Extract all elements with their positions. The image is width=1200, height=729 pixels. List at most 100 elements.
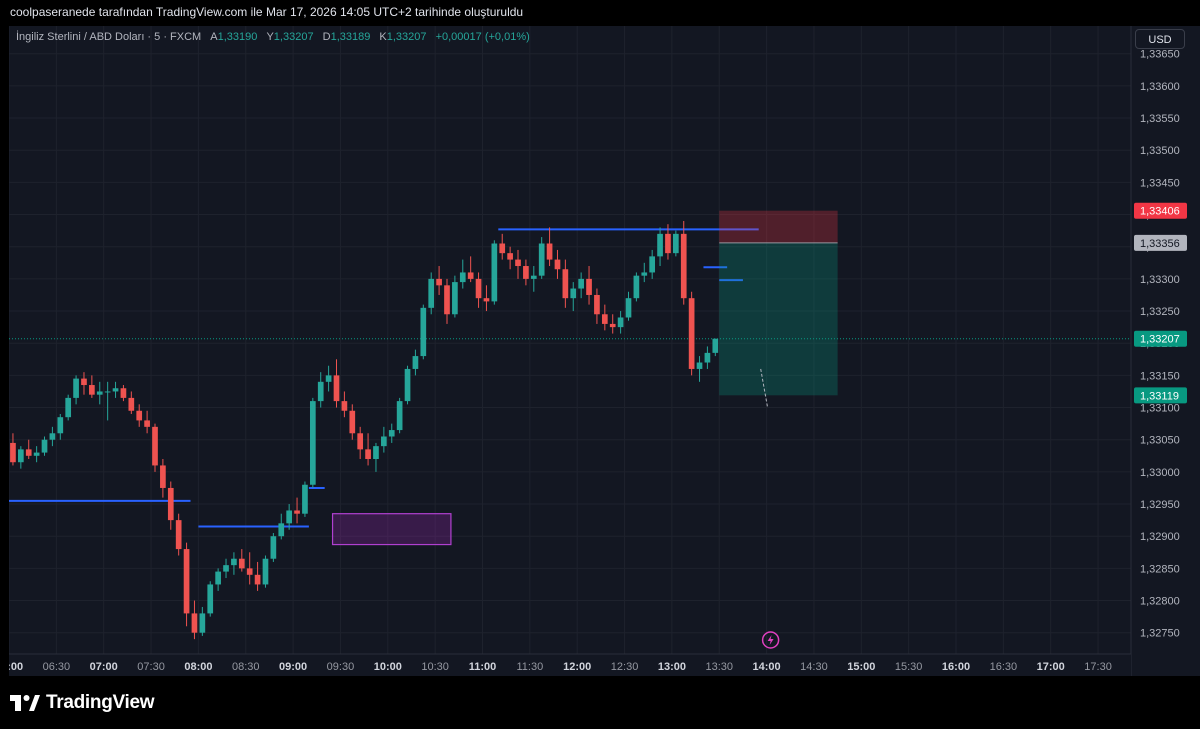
low-value: 1,33189 — [330, 31, 371, 43]
candle — [459, 259, 466, 289]
candle-body — [136, 410, 143, 421]
x-tick-label: 06:00 — [9, 661, 23, 673]
candle-body — [246, 568, 253, 575]
symbol-legend[interactable]: İngiliz Sterlini / ABD Doları · 5 · FXCM… — [16, 31, 530, 43]
candle — [538, 237, 545, 279]
candle — [452, 275, 458, 318]
candle-body — [49, 433, 56, 440]
candle-body — [231, 558, 237, 566]
supply-demand-zone — [331, 513, 452, 546]
candle-body — [294, 510, 300, 514]
close-value: 1,33207 — [386, 31, 427, 43]
candle-body — [696, 362, 703, 369]
candle — [357, 426, 364, 460]
candle-body — [17, 449, 24, 463]
chart-caption: coolpaseranede tarafından TradingView.co… — [10, 5, 524, 19]
x-tick-label: 10:30 — [421, 661, 449, 673]
candle-body — [112, 388, 119, 392]
candle — [325, 365, 332, 392]
x-tick-label: 12:00 — [563, 661, 591, 673]
candle — [436, 266, 442, 295]
candle-body — [594, 294, 600, 315]
currency-button[interactable]: USD — [1135, 29, 1185, 49]
candle-body — [388, 430, 395, 437]
candle — [586, 266, 592, 305]
x-tick-label: 15:00 — [847, 661, 875, 673]
candle-body — [96, 391, 103, 395]
y-tick-label: 1,33450 — [1140, 177, 1180, 189]
y-tick-label: 1,32950 — [1140, 499, 1180, 511]
candle — [57, 413, 64, 440]
x-tick-label: 09:00 — [279, 661, 307, 673]
candle-body — [554, 259, 561, 270]
candle-body — [270, 536, 277, 559]
candle-body — [712, 338, 719, 353]
candle-body — [183, 549, 190, 614]
candle-body — [167, 487, 174, 521]
candle-body — [657, 233, 663, 257]
candle-body — [499, 243, 506, 254]
grid — [9, 26, 1131, 654]
candle-body — [207, 584, 214, 614]
candle-body — [278, 523, 285, 537]
candle — [175, 513, 182, 556]
candle — [475, 272, 482, 308]
candle — [349, 404, 356, 440]
candle — [523, 259, 529, 286]
candle — [483, 285, 490, 312]
candle-body — [665, 233, 671, 254]
symbol-name[interactable]: İngiliz Sterlini / ABD Doları · 5 · FXCM — [16, 31, 201, 43]
candle-body — [578, 278, 584, 289]
y-tick-label: 1,33650 — [1140, 49, 1180, 61]
change-value: +0,00017 (+0,01%) — [435, 31, 530, 43]
candle-body — [120, 388, 127, 398]
tradingview-logo-icon — [10, 695, 40, 711]
candle — [657, 227, 663, 267]
lightning-bolt — [767, 635, 774, 645]
y-tick-label: 1,33300 — [1140, 274, 1180, 286]
candle-body — [523, 266, 529, 279]
candle-body — [625, 298, 632, 318]
candle-body — [633, 275, 640, 299]
candle-body — [104, 391, 111, 393]
candle — [444, 278, 450, 324]
candle-body — [333, 375, 340, 402]
candle — [515, 249, 521, 279]
candle — [530, 266, 537, 292]
candle-body — [302, 484, 308, 514]
candle-body — [81, 378, 87, 386]
candlestick-chart[interactable]: 1,33650 1,33600 1,33550 1,33500 1,33450 1,334… — [9, 26, 1200, 676]
candle-body — [10, 442, 16, 463]
candle — [594, 288, 600, 324]
candle — [373, 442, 379, 472]
candle — [120, 385, 127, 402]
x-tick-label: 09:30 — [327, 661, 355, 673]
candle-body — [412, 356, 419, 369]
x-tick-label: 16:00 — [942, 661, 970, 673]
candle — [649, 249, 656, 279]
candle — [341, 391, 348, 418]
candle-body — [65, 397, 72, 418]
candle — [223, 558, 229, 579]
candle-body — [515, 259, 521, 267]
candle-body — [483, 298, 490, 302]
x-tick-label: 07:30 — [137, 661, 165, 673]
stop-loss-area — [719, 210, 838, 243]
candle — [65, 394, 72, 421]
brand-name: TradingView — [46, 692, 155, 713]
candle-body — [459, 272, 466, 283]
candle — [333, 359, 340, 408]
candle — [167, 481, 174, 530]
candle-body — [223, 565, 229, 572]
entry-label: 1,33356 — [1140, 238, 1180, 250]
x-tick-label: 10:00 — [374, 661, 402, 673]
candle-body — [396, 401, 403, 431]
candle — [183, 542, 190, 627]
candle — [704, 346, 711, 369]
y-tick-label: 1,33550 — [1140, 113, 1180, 125]
candle — [317, 372, 324, 408]
chart-panel[interactable]: 1,33650 1,33600 1,33550 1,33500 1,33450 1,334… — [9, 26, 1200, 676]
candle-body — [89, 385, 95, 395]
candle-body — [428, 278, 435, 308]
candle — [680, 220, 687, 305]
